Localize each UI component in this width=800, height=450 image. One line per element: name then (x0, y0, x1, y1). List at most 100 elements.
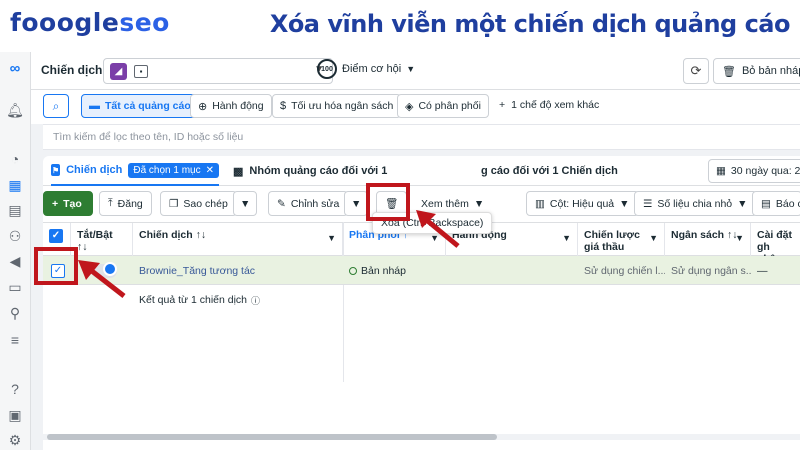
more-views-button[interactable]: + 1 chế độ xem khác (499, 99, 599, 111)
help-icon[interactable]: ? (5, 379, 25, 399)
select-all-checkbox[interactable]: ✓ (49, 229, 63, 243)
table-row[interactable]: ✓ Brownie_Tăng tương tác Bản nháp Sử dụn… (43, 256, 800, 285)
folder-icon: ▬ (89, 100, 100, 112)
money-icon: $ (280, 100, 287, 112)
billing-icon[interactable]: ▭ (5, 277, 25, 297)
campaign-name[interactable]: Brownie_Tăng tương tác (133, 256, 343, 285)
tab-adsets-label: Nhóm quảng cáo đối với 1 (249, 165, 388, 177)
chevron-down-icon: ▼ (737, 197, 748, 210)
horizontal-scrollbar[interactable] (43, 434, 800, 440)
scrollbar-thumb[interactable] (47, 434, 497, 440)
campaign-panel: ⚑ Chiến dịch Đã chọn 1 mục ✕ ▩ Nhóm quản… (43, 156, 800, 450)
grid-icon: ▩ (233, 165, 244, 178)
tab-ads[interactable]: g cáo đối với 1 Chiến dịch (481, 156, 618, 186)
account-avatar-icon: ◢ (110, 63, 127, 80)
col-attribution[interactable]: Cài đặt gh nhận (751, 223, 800, 257)
col-campaign[interactable]: Chiến dịch ↑↓ ▼ (133, 223, 343, 257)
upload-icon: ⤒ (108, 197, 113, 209)
delivery-status: Bản nháp (343, 256, 446, 285)
selection-chip[interactable]: Đã chọn 1 mục ✕ (128, 162, 219, 178)
chevron-down-icon: ▼ (619, 197, 630, 210)
duplicate-label: Sao chép (183, 197, 228, 210)
discard-draft-button[interactable]: 🗑︎ Bỏ bản nháp (713, 58, 800, 84)
col-budget-label: Ngân sách (671, 229, 725, 241)
create-button[interactable]: + Tạo (43, 191, 93, 216)
filter-tab-label: Có phân phối (418, 100, 481, 112)
plus-icon: + (52, 197, 59, 210)
pencil-icon: ✎ (277, 197, 286, 210)
sort-icon: ↑↓ (192, 229, 207, 241)
more-views-label: 1 chế độ xem khác (511, 99, 600, 111)
publish-button[interactable]: ⤒ Đăng (99, 191, 152, 216)
bell-icon[interactable]: 🔔︎ (5, 100, 25, 120)
results-summary: Kết quả từ 1 chiến dịch ⓘ (43, 285, 800, 315)
breakdown-button[interactable]: ☰ Số liệu chia nhỏ ▼ (634, 191, 757, 216)
report-icon[interactable]: ▣ (5, 405, 25, 425)
copy-icon: ❐ (169, 197, 179, 210)
brand-part1: fooogle (10, 8, 120, 37)
settings-icon[interactable]: ⚙ (5, 430, 25, 450)
tools-icon[interactable]: ⚲ (5, 303, 25, 323)
delivery-label: Bản nháp (361, 264, 406, 277)
search-input[interactable] (43, 125, 800, 149)
col-budget[interactable]: Ngân sách ↑↓ ▼ (665, 223, 751, 257)
audience-icon[interactable]: ⚇ (5, 226, 25, 246)
tutorial-banner: fooogleseo Xóa vĩnh viễn một chiến dịch … (0, 0, 800, 52)
edit-label: Chỉnh sửa (290, 197, 340, 210)
filter-tab-budget[interactable]: $ Tối ưu hóa ngân sách (272, 94, 402, 118)
date-range-button[interactable]: ▦ 30 ngày qua: 21 Th (708, 159, 800, 183)
chevron-down-icon: ▼ (649, 233, 658, 243)
dashboard-icon[interactable]: ◔ (5, 149, 25, 169)
columns-icon: ▥ (535, 197, 545, 210)
filter-bar: ⌕ ▬ Tất cả quảng cáo ⊕ Hành động $ Tối ư… (31, 90, 800, 124)
tab-adsets[interactable]: ▩ Nhóm quảng cáo đối với 1 (233, 156, 387, 186)
search-button[interactable]: ⌕ (43, 94, 69, 118)
reports-label: Báo cá (775, 197, 800, 210)
trash-icon: 🗑︎ (722, 65, 736, 78)
tab-campaigns[interactable]: ⚑ Chiến dịch Đã chọn 1 mục ✕ (51, 156, 219, 186)
reports-button[interactable]: ▤ Báo cá (752, 191, 800, 216)
draft-status-icon (349, 266, 357, 275)
menu-icon[interactable]: ≡ (5, 330, 25, 350)
duplicate-menu-button[interactable]: ▼ (233, 191, 258, 216)
refresh-button[interactable]: ⟳ (683, 58, 709, 84)
list-icon: ☰ (643, 197, 653, 210)
col-toggle[interactable]: Tắt/Bật ↑↓ (71, 223, 133, 257)
meta-logo-icon: ∞ (9, 59, 21, 77)
brand-part2: seo (119, 8, 170, 37)
chevron-down-icon: ▼ (240, 197, 251, 210)
publish-label: Đăng (117, 197, 143, 210)
columns-button[interactable]: ▥ Cột: Hiệu quả ▼ (526, 191, 639, 216)
selection-chip-label: Đã chọn 1 mục (133, 164, 201, 176)
filter-tab-label: Tất cả quảng cáo (105, 100, 191, 112)
duplicate-button[interactable]: ❐ Sao chép (160, 191, 237, 216)
megaphone-icon[interactable]: ◀ (5, 251, 25, 271)
highlight-box (34, 247, 78, 285)
table-icon[interactable]: ▦ (5, 175, 25, 195)
edit-menu-button[interactable]: ▼ (344, 191, 369, 216)
ads-manager-main: Chiến dịch ◢ ▪ ▼ 100 Điểm cơ hội ▼ ⟳ 🗑︎ … (31, 52, 800, 450)
chevron-down-icon: ▼ (473, 197, 485, 210)
close-icon[interactable]: ✕ (206, 165, 214, 176)
flag-icon: ⚑ (51, 164, 61, 176)
filter-tab-actions[interactable]: ⊕ Hành động (190, 94, 272, 118)
col-toggle-label: Tắt/Bật (77, 229, 113, 241)
filter-tab-label: Hành động (212, 100, 264, 112)
pages-icon[interactable]: ▤ (5, 200, 25, 220)
chevron-down-icon: ▼ (562, 233, 571, 243)
chevron-down-icon: ▼ (327, 233, 336, 243)
tab-ads-label: g cáo đối với 1 Chiến dịch (481, 165, 618, 177)
arrow-icon (416, 210, 460, 248)
filter-tab-all-ads[interactable]: ▬ Tất cả quảng cáo (81, 94, 199, 118)
sort-icon: ↑↓ (77, 241, 88, 253)
chevron-down-icon: ▼ (406, 64, 416, 74)
filter-tab-delivery[interactable]: ◈ Có phân phối (397, 94, 489, 118)
search-bar (43, 124, 800, 150)
arrow-up-icon: ⊕ (198, 100, 208, 113)
col-bid[interactable]: Chiến lược giá thầu ▼ (578, 223, 665, 257)
edit-button[interactable]: ✎ Chỉnh sửa (268, 191, 349, 216)
budget-value: Sử dụng ngân s... (671, 264, 751, 277)
opportunity-score[interactable]: 100 Điểm cơ hội ▼ (317, 59, 415, 79)
report-icon: ▤ (761, 197, 771, 210)
account-selector[interactable]: ◢ ▪ ▼ (103, 58, 333, 84)
